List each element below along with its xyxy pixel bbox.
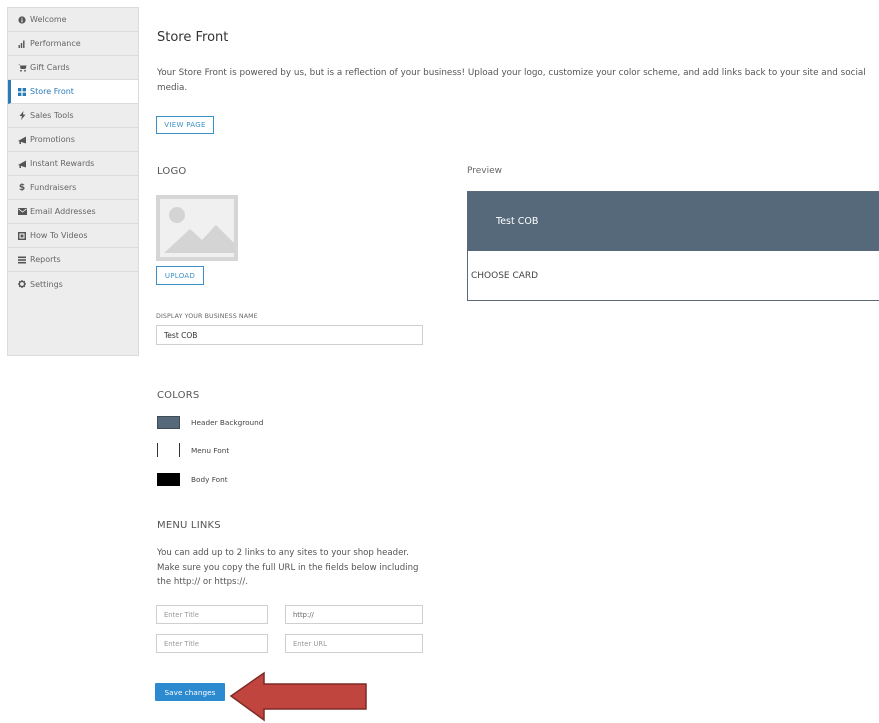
link-1-url-input[interactable]: http:// [285, 605, 423, 624]
menu-font-label: Menu Font [191, 446, 230, 455]
sidebar-item-label: How To Videos [30, 231, 88, 240]
sidebar-item-label: Fundraisers [30, 183, 77, 192]
business-name-input[interactable]: Test COB [156, 325, 423, 345]
sidebar-item-settings[interactable]: Settings [8, 272, 138, 296]
sidebar-item-promotions[interactable]: Promotions [8, 128, 138, 152]
preview-label: Preview [467, 166, 503, 176]
sidebar-item-gift-cards[interactable]: Gift Cards [8, 56, 138, 80]
save-changes-button[interactable]: Save changes [155, 683, 225, 701]
sidebar-item-label: Instant Rewards [30, 159, 95, 168]
body-font-swatch[interactable] [157, 473, 180, 486]
gear-icon [17, 280, 27, 288]
sidebar-item-store-front[interactable]: Store Front [8, 80, 138, 104]
sidebar-item-email-addresses[interactable]: Email Addresses [8, 200, 138, 224]
header-background-label: Header Background [191, 418, 264, 427]
sidebar-item-sales-tools[interactable]: Sales Tools [8, 104, 138, 128]
logo-placeholder [156, 195, 238, 261]
sidebar-item-label: Settings [30, 279, 63, 289]
sidebar-item-label: Email Addresses [30, 207, 96, 216]
store-preview: Test COB CHOOSE CARD [467, 191, 879, 301]
info-circle-icon [17, 15, 27, 24]
page-title: Store Front [157, 30, 229, 45]
menu-font-swatch[interactable] [157, 443, 180, 457]
sidebar-item-how-to-videos[interactable]: How To Videos [8, 224, 138, 248]
dollar-icon: $ [18, 182, 26, 193]
video-icon [17, 231, 27, 240]
bar-chart-icon [17, 40, 27, 48]
sidebar-nav: Welcome Performance Gift Cards Store Fro… [7, 7, 139, 356]
logo-section-label: LOGO [157, 166, 187, 177]
sidebar-item-reports[interactable]: Reports [8, 248, 138, 272]
menu-links-section-label: MENU LINKS [157, 520, 221, 531]
header-background-swatch[interactable] [157, 416, 180, 429]
preview-menu: CHOOSE CARD [468, 251, 879, 301]
cart-icon [17, 64, 27, 72]
sidebar-item-label: Promotions [30, 135, 75, 144]
sidebar-item-label: Gift Cards [30, 63, 70, 72]
preview-menu-item: CHOOSE CARD [471, 271, 539, 281]
sidebar-item-fundraisers[interactable]: $ Fundraisers [8, 176, 138, 200]
link-1-title-input[interactable]: Enter Title [156, 605, 268, 624]
sidebar-item-welcome[interactable]: Welcome [8, 8, 138, 32]
view-page-button[interactable]: VIEW PAGE [156, 116, 214, 134]
menu-links-help-text: You can add up to 2 links to any sites t… [157, 548, 419, 587]
sidebar-item-label: Store Front [30, 87, 74, 96]
lightning-icon [17, 111, 27, 120]
link-2-url-input[interactable]: Enter URL [285, 634, 423, 653]
sidebar-item-label: Welcome [30, 15, 67, 24]
link-2-title-input[interactable]: Enter Title [156, 634, 268, 653]
sidebar-item-performance[interactable]: Performance [8, 32, 138, 56]
colors-section-label: COLORS [157, 390, 200, 401]
arrow-annotation-icon [228, 670, 370, 723]
business-name-label: DISPLAY YOUR BUSINESS NAME [156, 313, 258, 320]
upload-logo-button[interactable]: UPLOAD [156, 266, 204, 285]
body-font-label: Body Font [191, 475, 228, 484]
intro-text: Your Store Front is powered by us, but i… [157, 68, 866, 93]
envelope-icon [17, 208, 27, 215]
list-icon [17, 256, 27, 264]
bullhorn-icon [17, 160, 27, 168]
sidebar-item-label: Reports [30, 255, 61, 264]
sidebar-item-label: Performance [30, 39, 81, 48]
sidebar-item-label: Sales Tools [30, 111, 74, 120]
grid-icon [17, 87, 27, 96]
bullhorn-icon [17, 136, 27, 144]
sidebar-item-instant-rewards[interactable]: Instant Rewards [8, 152, 138, 176]
preview-header: Test COB [468, 192, 879, 251]
preview-business-name: Test COB [496, 216, 539, 227]
image-placeholder-icon [160, 199, 234, 257]
